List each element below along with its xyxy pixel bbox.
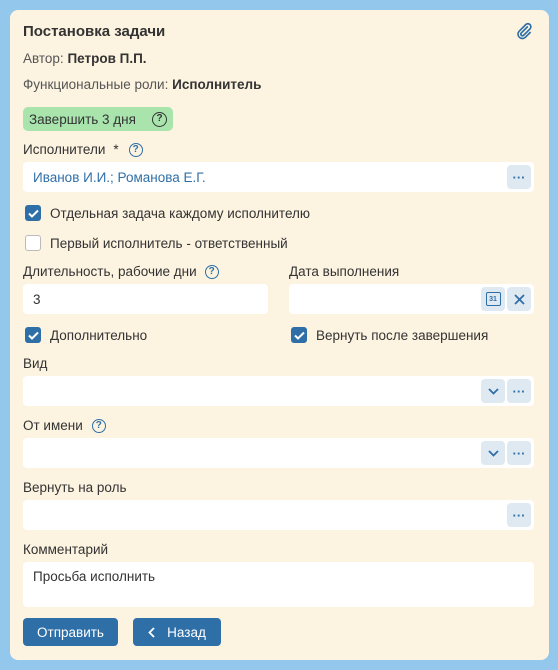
author-value: Петров П.П. xyxy=(67,51,147,66)
clear-date-button[interactable] xyxy=(507,287,531,311)
back-button-label: Назад xyxy=(167,624,206,640)
duration-value[interactable]: 3 xyxy=(33,292,268,307)
help-icon[interactable]: ? xyxy=(204,264,219,279)
on-behalf-label: От имени xyxy=(23,418,83,433)
on-behalf-more-button[interactable]: ··· xyxy=(507,441,531,465)
help-icon[interactable]: ? xyxy=(128,142,143,157)
executors-value[interactable]: Иванов И.И.; Романова Е.Г. xyxy=(33,170,507,185)
deadline-badge: Завершить 3 дня ? xyxy=(23,107,173,131)
chevron-down-icon xyxy=(487,387,499,395)
separate-task-label: Отдельная задача каждому исполнителю xyxy=(50,205,311,221)
kind-select[interactable]: ··· xyxy=(23,376,534,406)
comment-textarea[interactable]: Просьба исполнить xyxy=(23,562,534,607)
on-behalf-label-row: От имени ? xyxy=(23,418,106,433)
executors-field[interactable]: Иванов И.И.; Романова Е.Г. ··· xyxy=(23,162,534,192)
roles-label: Функциональные роли: xyxy=(23,77,169,92)
calendar-button[interactable]: 31 xyxy=(481,287,505,311)
additional-label: Дополнительно xyxy=(50,327,148,343)
on-behalf-dropdown-button[interactable] xyxy=(481,441,505,465)
executors-label-row: Исполнители * ? xyxy=(23,142,143,157)
separate-task-checkbox[interactable] xyxy=(25,205,41,221)
duration-label: Длительность, рабочие дни xyxy=(23,264,197,279)
return-role-label: Вернуть на роль xyxy=(23,480,127,495)
return-after-label: Вернуть после завершения xyxy=(316,327,489,343)
separate-task-row[interactable]: Отдельная задача каждому исполнителю xyxy=(25,205,310,221)
due-date-input[interactable]: 31 xyxy=(289,284,534,314)
deadline-badge-text: Завершить 3 дня xyxy=(29,111,136,127)
back-button[interactable]: Назад xyxy=(133,618,221,646)
on-behalf-select[interactable]: ··· xyxy=(23,438,534,468)
roles-value: Исполнитель xyxy=(172,77,262,92)
author-label: Автор: xyxy=(23,51,64,66)
executors-label: Исполнители xyxy=(23,142,106,157)
kind-label: Вид xyxy=(23,356,48,371)
additional-checkbox[interactable] xyxy=(25,327,41,343)
return-role-field[interactable]: ··· xyxy=(23,500,534,530)
duration-input[interactable]: 3 xyxy=(23,284,268,314)
first-responsible-row[interactable]: Первый исполнитель - ответственный xyxy=(25,235,288,251)
first-responsible-checkbox[interactable] xyxy=(25,235,41,251)
roles-line: Функциональные роли: Исполнитель xyxy=(23,77,261,92)
return-after-row[interactable]: Вернуть после завершения xyxy=(291,327,488,343)
chevron-left-icon xyxy=(148,626,155,638)
additional-row[interactable]: Дополнительно xyxy=(25,327,147,343)
kind-more-button[interactable]: ··· xyxy=(507,379,531,403)
send-button[interactable]: Отправить xyxy=(23,618,118,646)
chevron-down-icon xyxy=(487,449,499,457)
page-title: Постановка задачи xyxy=(23,23,166,40)
duration-label-row: Длительность, рабочие дни ? xyxy=(23,264,219,279)
comment-label: Комментарий xyxy=(23,542,109,557)
help-icon[interactable]: ? xyxy=(152,111,167,127)
author-line: Автор: Петров П.П. xyxy=(23,51,147,66)
required-marker: * xyxy=(113,142,119,157)
paperclip-icon[interactable] xyxy=(515,22,533,40)
help-icon[interactable]: ? xyxy=(91,418,106,433)
executors-more-button[interactable]: ··· xyxy=(507,165,531,189)
due-date-label: Дата выполнения xyxy=(289,264,400,279)
return-role-more-button[interactable]: ··· xyxy=(507,503,531,527)
close-icon xyxy=(513,293,525,305)
calendar-icon: 31 xyxy=(485,292,501,306)
kind-dropdown-button[interactable] xyxy=(481,379,505,403)
task-form-card: Постановка задачи Автор: Петров П.П. Фун… xyxy=(10,10,549,660)
return-after-checkbox[interactable] xyxy=(291,327,307,343)
first-responsible-label: Первый исполнитель - ответственный xyxy=(50,235,288,251)
